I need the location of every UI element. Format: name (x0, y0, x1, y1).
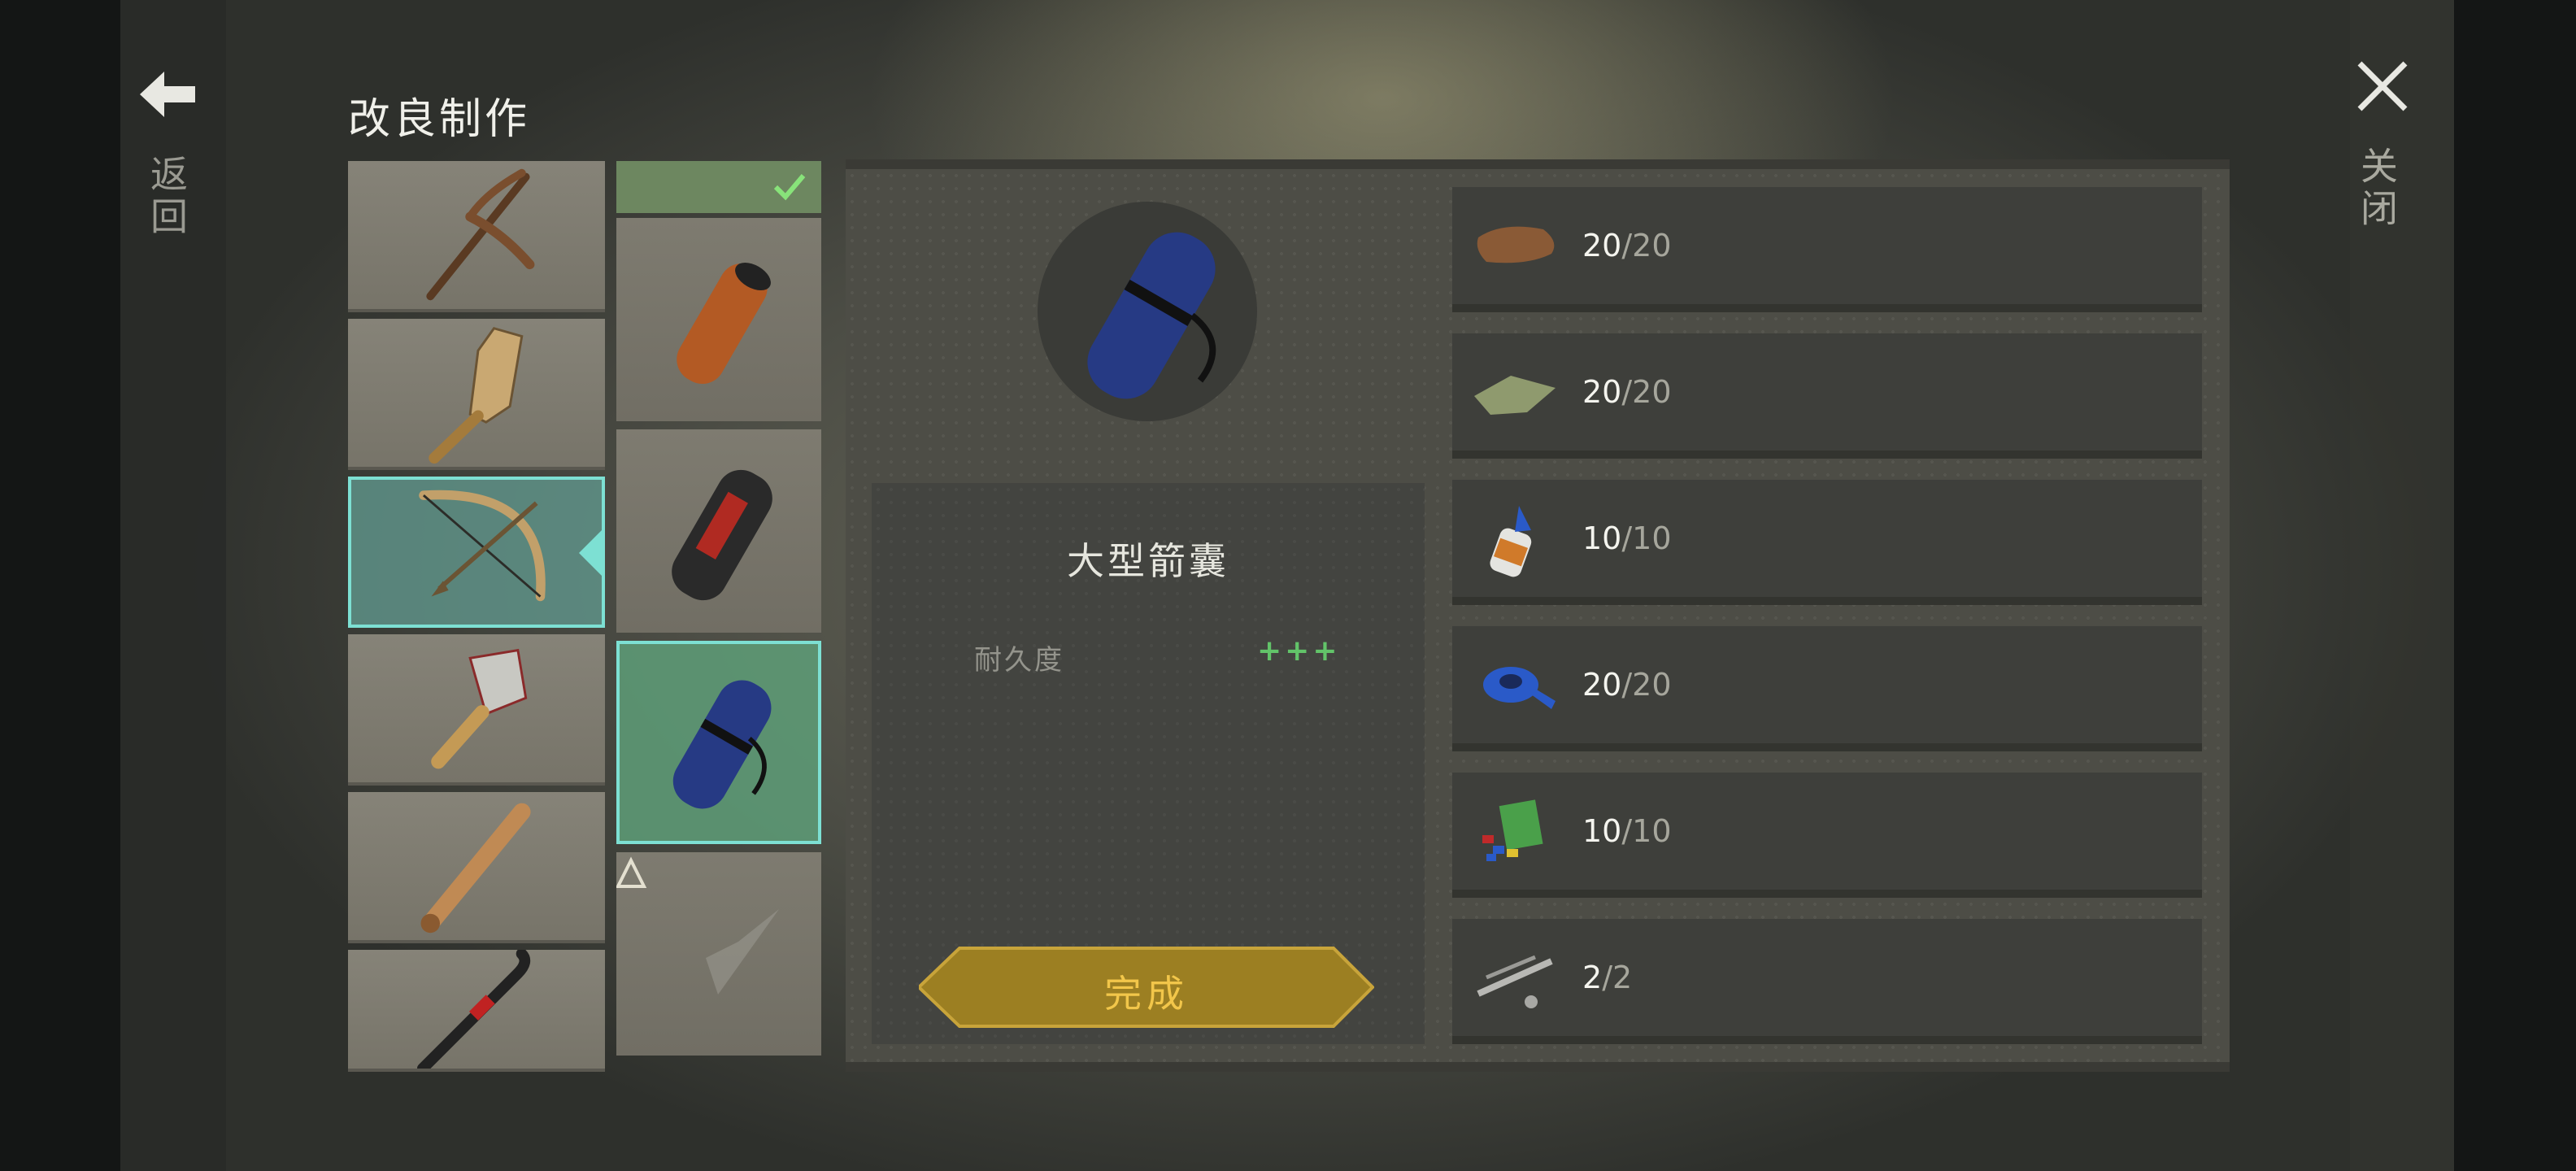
cloth-icon (1474, 376, 1556, 415)
crowbar-icon (417, 950, 531, 1069)
material-need: 10 (1632, 813, 1672, 849)
plastic-parts-icon (1482, 799, 1543, 861)
material-have: 10 (1582, 520, 1622, 556)
variant-item-locked[interactable] (616, 852, 821, 1056)
pickaxe-icon (426, 168, 535, 301)
close-icon[interactable] (2355, 59, 2410, 114)
material-sep: / (1621, 520, 1633, 556)
complete-button-label: 完成 (1104, 972, 1189, 1016)
material-sep: / (1621, 374, 1633, 410)
material-have: 10 (1582, 813, 1622, 849)
stat-value-durability: +++ (1257, 634, 1341, 668)
material-need: 2 (1612, 960, 1633, 995)
cleaver-icon (431, 648, 528, 769)
item-name: 大型箭囊 (1067, 539, 1229, 583)
item-portrait (1038, 202, 1257, 421)
material-need: 10 (1632, 520, 1672, 556)
complete-button[interactable]: 完成 (919, 947, 1374, 1028)
material-need: 20 (1632, 374, 1672, 410)
stat-label-durability: 耐久度 (974, 644, 1064, 677)
variant-item-large-quiver[interactable] (616, 641, 821, 844)
material-sep: / (1621, 667, 1633, 703)
material-list: 20/20 20/20 10/10 20/20 10/10 2/2 (1452, 187, 2202, 1065)
variant-complete-indicator[interactable] (616, 161, 821, 213)
material-row: 10/10 (1452, 773, 2202, 898)
close-label[interactable]: 关闭 (2355, 146, 2404, 231)
leather-quiver-icon (677, 262, 771, 385)
material-have: 20 (1582, 667, 1622, 703)
material-have: 2 (1582, 960, 1603, 995)
weapon-item-cleaver[interactable] (348, 634, 605, 786)
left-edge (0, 0, 120, 1171)
right-edge (2454, 0, 2576, 1171)
bow-icon (419, 490, 546, 602)
variant-list (616, 161, 821, 1064)
wooden-paddle-icon (429, 327, 524, 464)
variant-item-leather-quiver[interactable] (616, 218, 821, 421)
material-row: 10/10 (1452, 480, 2202, 605)
weapon-item-bow[interactable] (348, 477, 605, 628)
back-label[interactable]: 返回 (145, 155, 194, 239)
material-need: 20 (1632, 667, 1672, 703)
back-arrow-icon[interactable] (140, 72, 198, 117)
material-sep: / (1621, 228, 1633, 263)
material-need: 20 (1632, 228, 1672, 263)
material-have: 20 (1582, 374, 1622, 410)
material-sep: / (1602, 960, 1612, 995)
large-quiver-icon (1087, 232, 1216, 399)
weapon-item-paddle[interactable] (348, 319, 605, 470)
leather-icon (1477, 226, 1555, 263)
selection-arrow (579, 529, 603, 577)
weapon-item-crowbar[interactable] (348, 950, 605, 1072)
tape-icon (1483, 667, 1556, 709)
glue-icon (1490, 506, 1532, 577)
material-row: 20/20 (1452, 333, 2202, 459)
weapon-item-pickaxe[interactable] (348, 161, 605, 312)
large-quiver-icon (672, 680, 772, 809)
variant-item-red-quiver[interactable] (616, 429, 821, 633)
checkmark-icon (773, 174, 806, 201)
weapon-list (348, 161, 605, 1078)
red-quiver-icon (672, 469, 772, 601)
material-sep: / (1621, 813, 1633, 849)
material-row: 20/20 (1452, 187, 2202, 312)
material-have: 20 (1582, 228, 1622, 263)
page-title: 改良制作 (348, 95, 531, 144)
metal-parts-icon (1477, 955, 1553, 1008)
weapon-item-bat[interactable] (348, 792, 605, 943)
material-row: 2/2 (1452, 919, 2202, 1044)
locked-arrowhead-icon (616, 856, 779, 995)
material-row: 20/20 (1452, 626, 2202, 751)
baseball-bat-icon (420, 803, 531, 934)
